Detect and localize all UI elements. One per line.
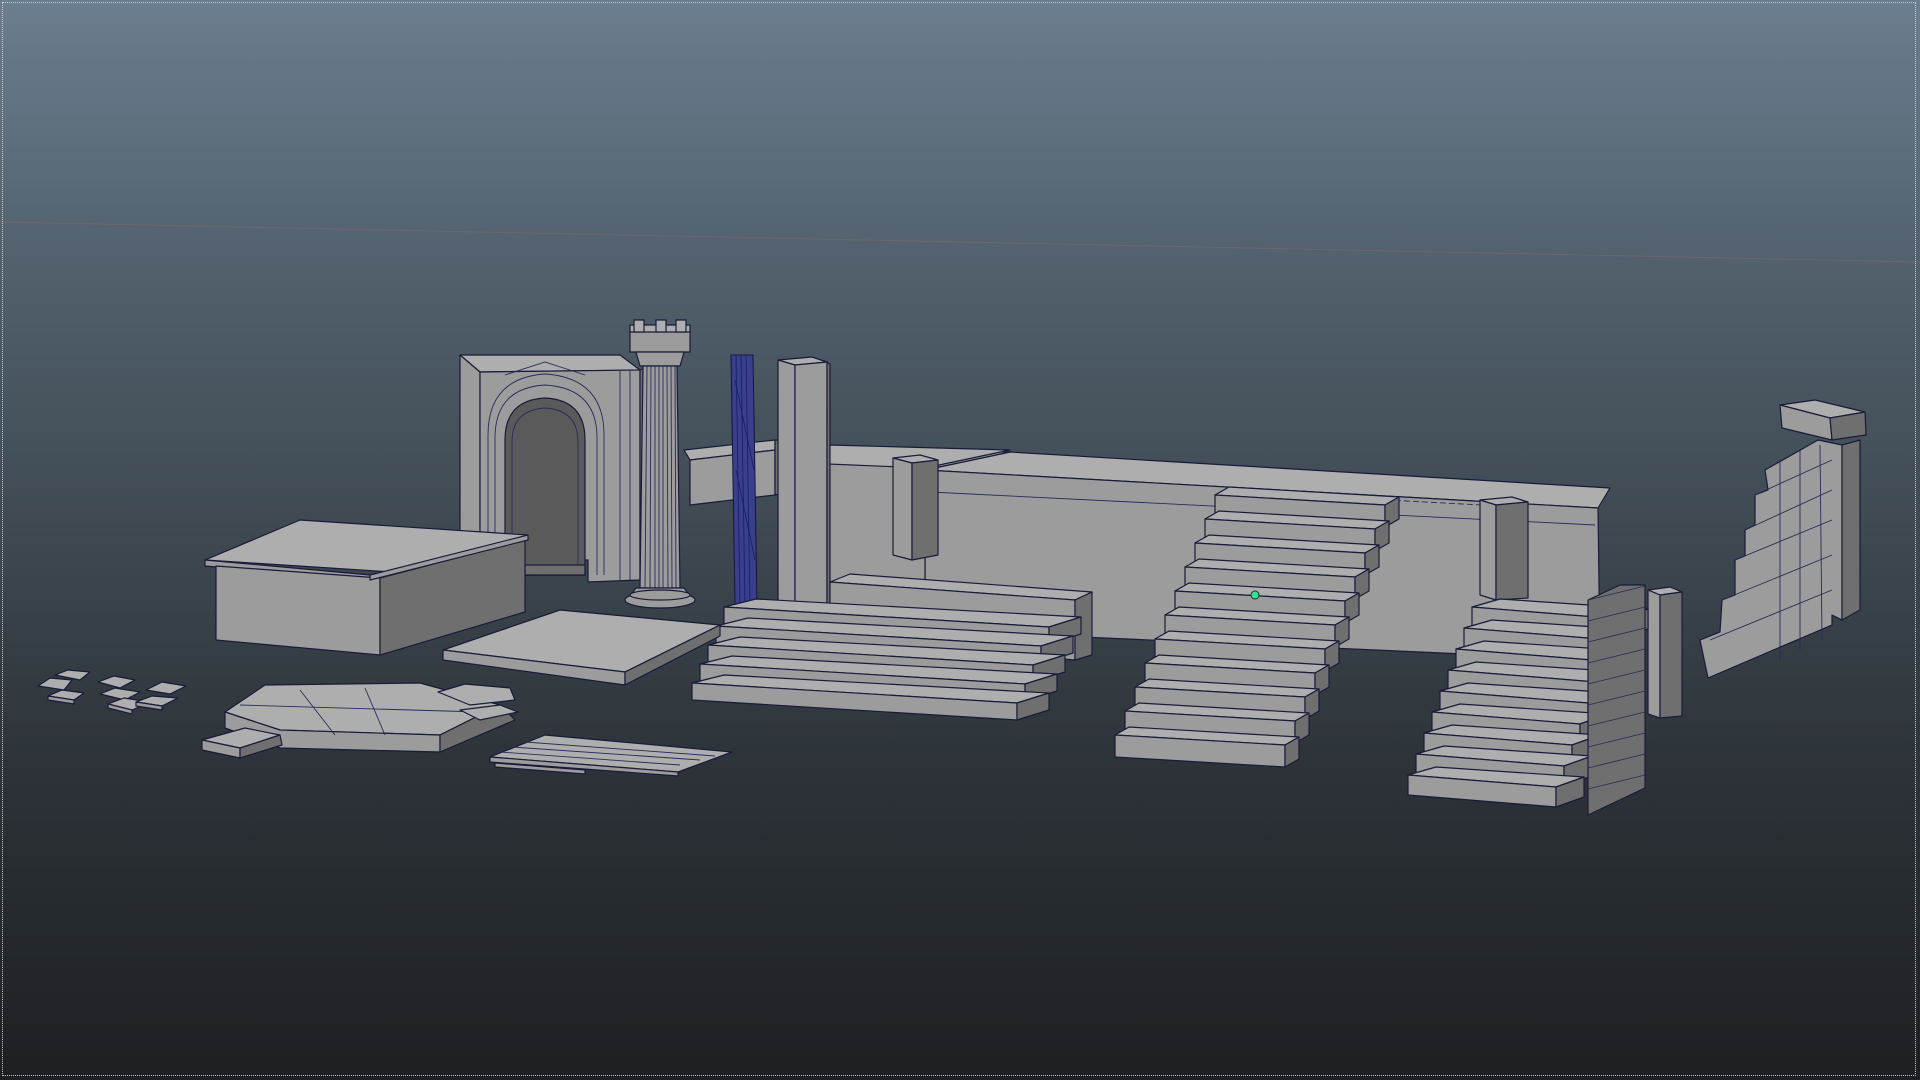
low-box[interactable]: [204, 519, 529, 656]
ruined-wall[interactable]: [1699, 399, 1867, 679]
right-stair-wall: [1587, 584, 1646, 816]
grid-axis-line: [0, 221, 1920, 263]
rubble-pieces[interactable]: [37, 669, 187, 715]
perspective-viewport[interactable]: [0, 0, 1920, 1080]
wall-block[interactable]: [892, 454, 939, 561]
planks[interactable]: [489, 734, 733, 777]
pivot-point[interactable]: [1250, 590, 1260, 600]
selected-thin-column[interactable]: [730, 354, 758, 606]
right-post[interactable]: [1479, 496, 1529, 601]
scene-canvas[interactable]: [0, 0, 1920, 1080]
floor-slabs[interactable]: [201, 682, 519, 759]
tall-pillar[interactable]: [777, 356, 831, 616]
right-post-2[interactable]: [1647, 586, 1683, 719]
